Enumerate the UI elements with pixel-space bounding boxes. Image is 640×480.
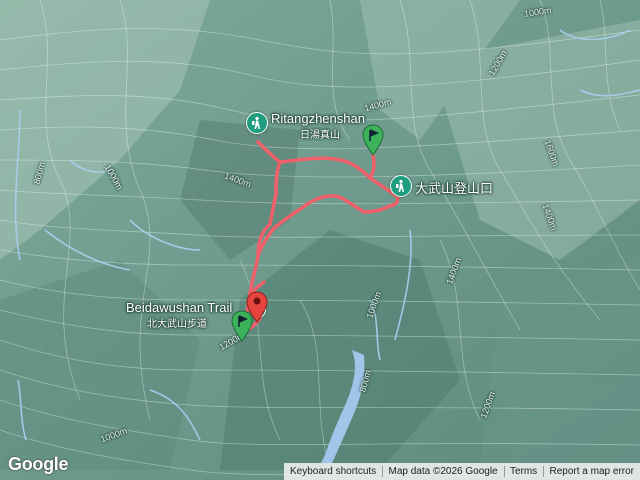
terms-link[interactable]: Terms — [504, 466, 543, 477]
keyboard-shortcuts-link[interactable]: Keyboard shortcuts — [284, 466, 382, 477]
poi-label-trailhead[interactable]: 大武山登山口 — [415, 178, 493, 197]
report-map-error-link[interactable]: Report a map error — [544, 466, 640, 477]
google-logo[interactable]: Google — [8, 454, 69, 475]
poi-sublabel-beidawushan-trail: 北大武山步道 — [147, 319, 207, 330]
end-marker[interactable] — [246, 291, 268, 323]
poi-sublabel-ritangzhenshan: 日湯真山 — [300, 130, 340, 141]
poi-label-ritangzhenshan[interactable]: Ritangzhenshan — [271, 111, 365, 126]
hiker-icon[interactable] — [390, 175, 412, 197]
map-data-text: Map data ©2026 Google — [388, 466, 498, 477]
start-marker[interactable] — [362, 124, 384, 156]
hiker-icon[interactable] — [246, 112, 268, 134]
attribution-bar: Keyboard shortcuts Map data ©2026 Google… — [284, 463, 640, 480]
terrain-map[interactable] — [0, 0, 640, 480]
poi-label-beidawushan-trail[interactable]: Beidawushan Trail — [126, 300, 232, 315]
